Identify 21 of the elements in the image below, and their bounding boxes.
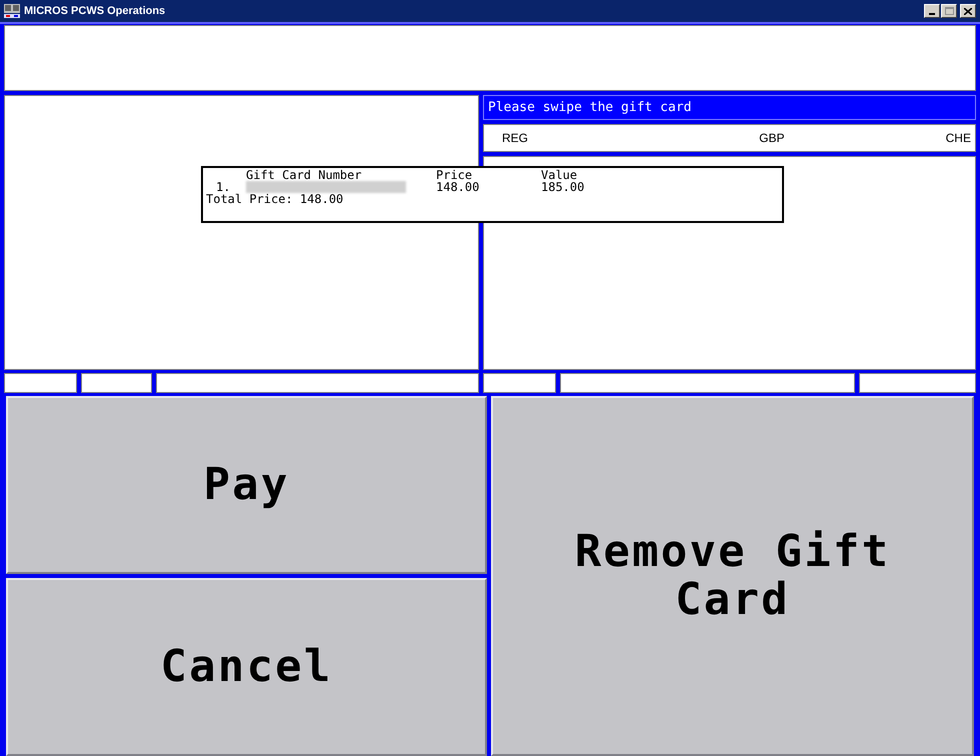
touch-button[interactable]: Pay	[6, 396, 487, 574]
column-header: Price	[436, 169, 474, 181]
app-icon	[4, 4, 20, 18]
window-title: MICROS PCWS Operations	[24, 4, 166, 19]
column-header: Gift Card Number	[246, 169, 363, 181]
price-cell-text: 148.00	[436, 181, 480, 193]
value-cell: 185.00	[541, 181, 584, 193]
header-label: CHE	[946, 130, 971, 147]
maximize-button[interactable]	[941, 4, 957, 18]
status-cell	[81, 373, 152, 393]
total-price: Total Price: 148.00	[206, 193, 344, 205]
close-button[interactable]	[960, 4, 976, 18]
close-icon	[964, 8, 972, 14]
header-label: REG	[502, 130, 528, 147]
column-header: Value	[541, 169, 578, 181]
touch-button[interactable]: Remove Gift Card	[491, 396, 974, 756]
header-label: GBP	[759, 130, 784, 147]
minimize-button[interactable]	[924, 4, 940, 18]
touch-button[interactable]: Cancel	[6, 578, 487, 756]
prompt-text: Please swipe the gift card	[488, 98, 692, 117]
row-number: 1.	[216, 181, 230, 193]
